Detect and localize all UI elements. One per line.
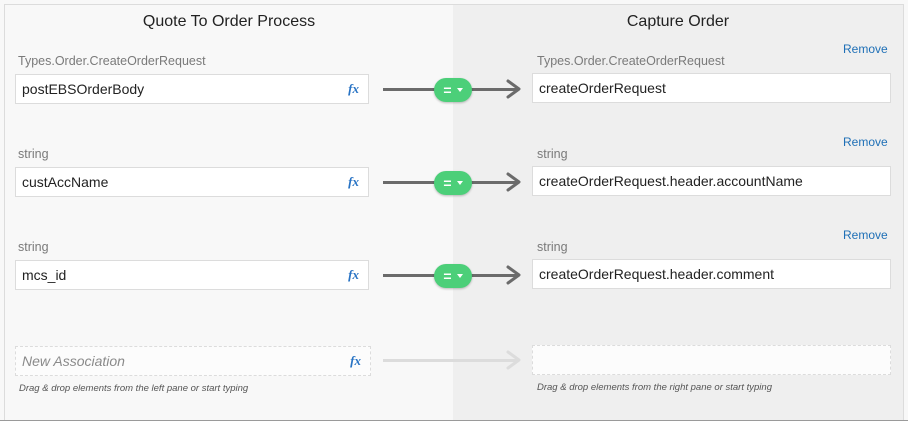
frame-border-bottom xyxy=(0,420,908,421)
mapping-operator-1-button[interactable]: = xyxy=(434,78,472,102)
right-drop-hint: Drag & drop elements from the right pane… xyxy=(537,382,772,393)
equals-icon: = xyxy=(443,82,452,98)
frame-border-right xyxy=(903,4,904,420)
target-field-1[interactable]: createOrderRequest xyxy=(532,73,891,103)
new-association-source-input[interactable]: New Association fx xyxy=(15,346,371,376)
remove-mapping-2-link[interactable]: Remove xyxy=(843,135,888,149)
arrow-right-icon xyxy=(506,265,521,285)
frame-border-left xyxy=(4,4,5,420)
target-type-label-2: string xyxy=(537,147,568,161)
fx-icon[interactable]: fx xyxy=(348,261,359,289)
source-field-2-value: custAccName xyxy=(22,174,109,190)
source-field-1-value: postEBSOrderBody xyxy=(22,81,145,97)
source-type-label-1: Types.Order.CreateOrderRequest xyxy=(18,54,206,68)
source-pane-title: Quote To Order Process xyxy=(142,13,316,30)
arrow-right-icon xyxy=(506,79,521,99)
caret-down-icon xyxy=(456,274,463,278)
caret-down-icon xyxy=(456,88,463,92)
target-type-label-3: string xyxy=(537,240,568,254)
target-type-label-1: Types.Order.CreateOrderRequest xyxy=(537,54,725,68)
frame-border-top xyxy=(5,4,903,5)
source-field-3[interactable]: mcs_id fx xyxy=(15,260,369,290)
target-field-3[interactable]: createOrderRequest.header.comment xyxy=(532,259,891,289)
fx-icon[interactable]: fx xyxy=(348,168,359,196)
source-field-1[interactable]: postEBSOrderBody fx xyxy=(15,74,369,104)
target-field-3-value: createOrderRequest.header.comment xyxy=(539,266,775,282)
equals-icon: = xyxy=(443,175,452,191)
target-field-2[interactable]: createOrderRequest.header.accountName xyxy=(532,166,891,196)
source-field-2[interactable]: custAccName fx xyxy=(15,167,369,197)
new-association-target-input[interactable] xyxy=(532,345,891,375)
mapping-operator-2-button[interactable]: = xyxy=(434,171,472,195)
source-type-label-3: string xyxy=(18,240,49,254)
target-field-1-value: createOrderRequest xyxy=(539,80,666,96)
left-drop-hint: Drag & drop elements from the left pane … xyxy=(19,383,249,394)
target-field-2-value: createOrderRequest.header.accountName xyxy=(539,173,803,189)
new-association-placeholder: New Association xyxy=(22,353,125,369)
caret-down-icon xyxy=(456,181,463,185)
equals-icon: = xyxy=(443,268,452,284)
target-pane-title: Capture Order xyxy=(626,13,730,30)
remove-mapping-1-link[interactable]: Remove xyxy=(843,42,888,56)
fx-icon[interactable]: fx xyxy=(348,75,359,103)
fx-icon[interactable]: fx xyxy=(350,347,361,375)
arrow-right-icon xyxy=(506,172,521,192)
source-type-label-2: string xyxy=(18,147,49,161)
remove-mapping-3-link[interactable]: Remove xyxy=(843,228,888,242)
arrow-right-icon xyxy=(506,350,521,370)
new-association-connector xyxy=(383,359,518,362)
source-field-3-value: mcs_id xyxy=(22,267,67,283)
mapping-operator-3-button[interactable]: = xyxy=(434,264,472,288)
